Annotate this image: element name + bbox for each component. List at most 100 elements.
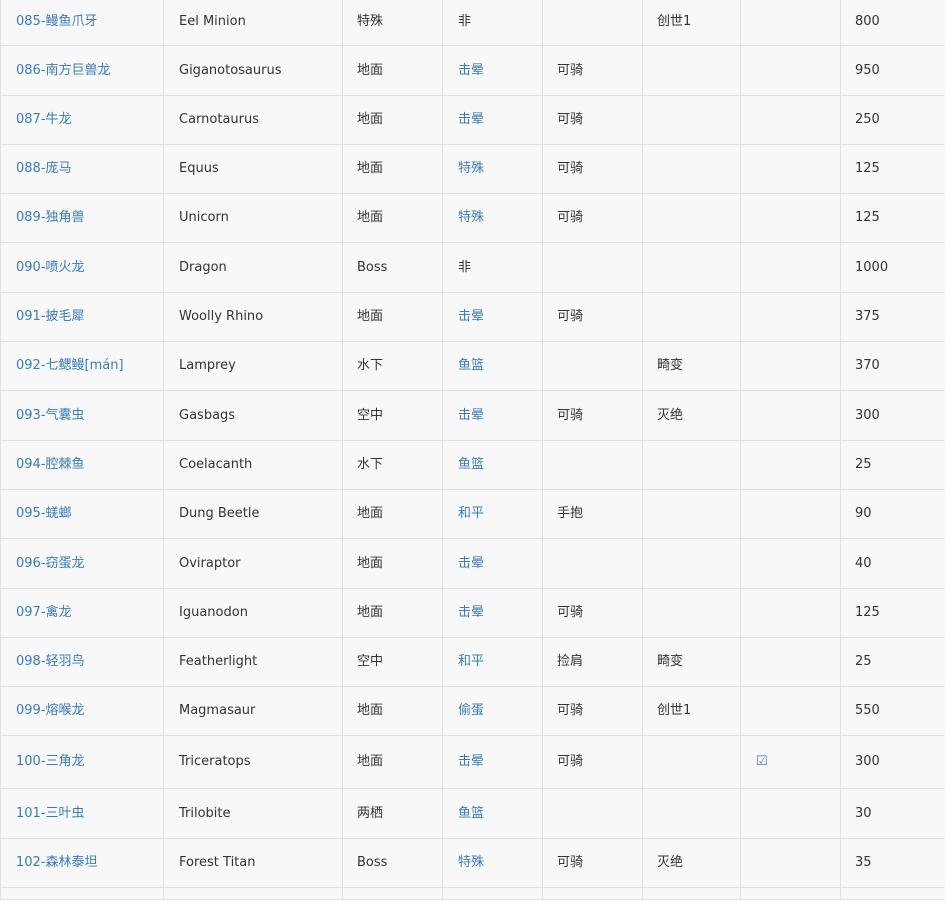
english-name-cell: Carnotaurus bbox=[179, 112, 259, 127]
taming-method-link[interactable]: 和平 bbox=[458, 654, 484, 669]
table-cell: Lamprey bbox=[164, 342, 343, 391]
table-cell: Boss bbox=[343, 243, 443, 293]
taming-method-link[interactable]: 偷蛋 bbox=[458, 703, 484, 718]
english-name-cell: Coelacanth bbox=[179, 457, 252, 472]
english-name-cell: Unicorn bbox=[179, 210, 229, 225]
table-cell: 550 bbox=[841, 687, 945, 736]
table-cell: 35 bbox=[841, 839, 945, 888]
table-cell: 地面 bbox=[343, 539, 443, 589]
trait-cell: 可骑 bbox=[557, 855, 583, 870]
table-cell: Unicorn bbox=[164, 194, 343, 243]
table-cell: 800 bbox=[841, 0, 945, 46]
table-row: 100-三角龙Triceratops地面击晕可骑☑300 bbox=[1, 736, 945, 789]
table-cell: 地面 bbox=[343, 736, 443, 789]
table-cell: 099-熔喉龙 bbox=[1, 687, 164, 736]
taming-method-link[interactable]: 特殊 bbox=[458, 161, 484, 176]
english-name-cell: Magmasaur bbox=[179, 703, 255, 718]
creature-name-link[interactable]: 093-气囊虫 bbox=[16, 408, 85, 423]
table-cell: 地面 bbox=[343, 490, 443, 539]
table-cell: 30 bbox=[841, 789, 945, 839]
habitat-cell: Boss bbox=[357, 260, 387, 275]
creature-name-link[interactable]: 102-森林泰坦 bbox=[16, 855, 98, 870]
table-cell: 088-庞马 bbox=[1, 145, 164, 194]
table-cell bbox=[443, 888, 543, 900]
creature-name-link[interactable]: 089-独角兽 bbox=[16, 210, 85, 225]
taming-method-link[interactable]: 击晕 bbox=[458, 408, 484, 423]
creature-name-link[interactable]: 090-喷火龙 bbox=[16, 260, 85, 275]
table-row: 089-独角兽Unicorn地面特殊可骑125 bbox=[1, 194, 945, 243]
creature-name-link[interactable]: 085-鳗鱼爪牙 bbox=[16, 14, 98, 29]
habitat-cell: 水下 bbox=[357, 457, 383, 472]
value-cell: 25 bbox=[855, 654, 872, 669]
creature-name-link[interactable]: 099-熔喉龙 bbox=[16, 703, 85, 718]
table-cell: 40 bbox=[841, 539, 945, 589]
dlc-cell: 畸变 bbox=[657, 654, 683, 669]
taming-method-link[interactable]: 鱼篮 bbox=[458, 457, 484, 472]
habitat-cell: 两栖 bbox=[357, 806, 383, 821]
habitat-cell: 地面 bbox=[357, 605, 383, 620]
table-cell: 125 bbox=[841, 145, 945, 194]
table-cell: 鱼篮 bbox=[443, 441, 543, 490]
table-cell: 灭绝 bbox=[643, 839, 741, 888]
value-cell: 1000 bbox=[855, 260, 888, 275]
taming-method-link[interactable]: 击晕 bbox=[458, 605, 484, 620]
trait-cell: 可骑 bbox=[557, 703, 583, 718]
creature-name-link[interactable]: 101-三叶虫 bbox=[16, 806, 85, 821]
table-cell: 950 bbox=[841, 46, 945, 96]
value-cell: 250 bbox=[855, 112, 880, 127]
taming-method-link[interactable]: 鱼篮 bbox=[458, 806, 484, 821]
table-cell: 捡肩 bbox=[543, 638, 643, 687]
taming-method-link[interactable]: 特殊 bbox=[458, 855, 484, 870]
english-name-cell: Woolly Rhino bbox=[179, 309, 263, 324]
english-name-cell: Triceratops bbox=[179, 754, 251, 769]
habitat-cell: 地面 bbox=[357, 210, 383, 225]
creature-name-link[interactable]: 098-轻羽鸟 bbox=[16, 654, 85, 669]
creature-name-link[interactable]: 088-庞马 bbox=[16, 161, 72, 176]
creature-name-link[interactable]: 095-蜣螂 bbox=[16, 506, 72, 521]
creature-name-link[interactable]: 094-腔棘鱼 bbox=[16, 457, 85, 472]
taming-method-link[interactable]: 特殊 bbox=[458, 210, 484, 225]
english-name-cell: Dung Beetle bbox=[179, 506, 260, 521]
taming-method-link[interactable]: 击晕 bbox=[458, 556, 484, 571]
creature-name-link[interactable]: 092-七鳃鳗[mán] bbox=[16, 358, 124, 373]
table-cell bbox=[741, 589, 841, 638]
habitat-cell: 水下 bbox=[357, 358, 383, 373]
table-cell: 畸变 bbox=[643, 342, 741, 391]
table-cell: 特殊 bbox=[443, 839, 543, 888]
table-row: 091-披毛犀Woolly Rhino地面击晕可骑375 bbox=[1, 293, 945, 342]
taming-method-link[interactable]: 击晕 bbox=[458, 63, 484, 78]
value-cell: 40 bbox=[855, 556, 872, 571]
creature-name-link[interactable]: 100-三角龙 bbox=[16, 754, 85, 769]
creature-name-link[interactable]: 091-披毛犀 bbox=[16, 309, 85, 324]
creature-name-link[interactable]: 096-窃蛋龙 bbox=[16, 556, 85, 571]
table-cell: 可骑 bbox=[543, 391, 643, 441]
creature-name-link[interactable]: 087-牛龙 bbox=[16, 112, 72, 127]
taming-method-link[interactable]: 击晕 bbox=[458, 112, 484, 127]
value-cell: 125 bbox=[855, 161, 880, 176]
table-cell: 1000 bbox=[841, 243, 945, 293]
table-row: 094-腔棘鱼 Coelacanth 水下 鱼篮 25 bbox=[1, 441, 945, 490]
taming-method-link[interactable]: 击晕 bbox=[458, 754, 484, 769]
table-cell: 098-轻羽鸟 bbox=[1, 638, 164, 687]
english-name-cell: Gasbags bbox=[179, 408, 235, 423]
table-cell bbox=[543, 539, 643, 589]
table-cell bbox=[741, 687, 841, 736]
table-row: 092-七鳃鳗[mán]Lamprey水下鱼篮畸变370 bbox=[1, 342, 945, 391]
trait-cell: 可骑 bbox=[557, 63, 583, 78]
trait-cell: 可骑 bbox=[557, 605, 583, 620]
trait-cell: 可骑 bbox=[557, 408, 583, 423]
table-cell: 击晕 bbox=[443, 589, 543, 638]
taming-method-link[interactable]: 鱼篮 bbox=[458, 358, 484, 373]
taming-method-link[interactable]: 击晕 bbox=[458, 309, 484, 324]
table-cell: Dung Beetle bbox=[164, 490, 343, 539]
table-cell: Triceratops bbox=[164, 736, 343, 789]
value-cell: 25 bbox=[855, 457, 872, 472]
table-cell: 击晕 bbox=[443, 391, 543, 441]
table-cell: 094-腔棘鱼 bbox=[1, 441, 164, 490]
table-cell: 087-牛龙 bbox=[1, 96, 164, 145]
creature-name-link[interactable]: 097-禽龙 bbox=[16, 605, 72, 620]
table-cell bbox=[543, 243, 643, 293]
creature-name-link[interactable]: 086-南方巨兽龙 bbox=[16, 63, 111, 78]
taming-method-link[interactable]: 和平 bbox=[458, 506, 484, 521]
table-cell: 089-独角兽 bbox=[1, 194, 164, 243]
